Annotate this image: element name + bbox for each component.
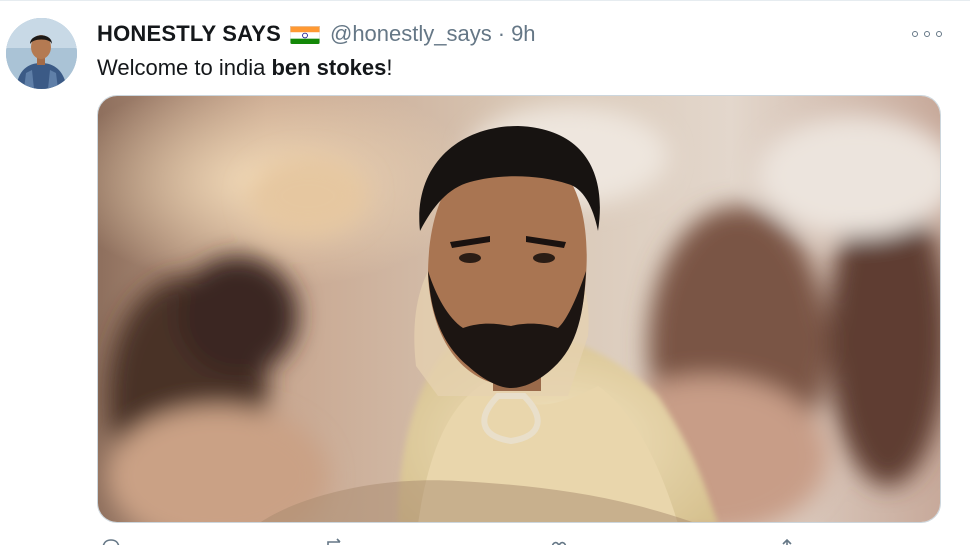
- tweet-header: HONESTLY SAYS @honestly_says · 9h: [97, 21, 536, 47]
- tweet-text-bold[interactable]: ben stokes: [271, 55, 386, 80]
- avatar[interactable]: [6, 18, 77, 89]
- retweet-icon[interactable]: [325, 537, 345, 545]
- like-icon[interactable]: [549, 537, 569, 545]
- reply-icon[interactable]: [101, 537, 121, 545]
- timestamp[interactable]: 9h: [511, 21, 535, 47]
- india-flag-icon: [289, 25, 320, 44]
- more-dot-1: [912, 31, 918, 37]
- tweet-card[interactable]: HONESTLY SAYS @honestly_says · 9h Welcom…: [0, 0, 970, 545]
- tweet-text-suffix: !: [386, 55, 393, 80]
- tweet-media-image[interactable]: [97, 95, 941, 523]
- tweet-text: Welcome to india ben stokes!: [97, 54, 393, 82]
- more-dot-2: [924, 31, 930, 37]
- share-icon[interactable]: [777, 537, 797, 545]
- tweet-actions: [97, 537, 877, 545]
- separator-dot: ·: [497, 21, 506, 46]
- more-dot-3: [936, 31, 942, 37]
- tweet-text-prefix: Welcome to india: [97, 55, 272, 80]
- handle[interactable]: @honestly_says: [330, 21, 492, 47]
- more-options-icon[interactable]: [912, 27, 942, 41]
- display-name[interactable]: HONESTLY SAYS: [97, 21, 281, 47]
